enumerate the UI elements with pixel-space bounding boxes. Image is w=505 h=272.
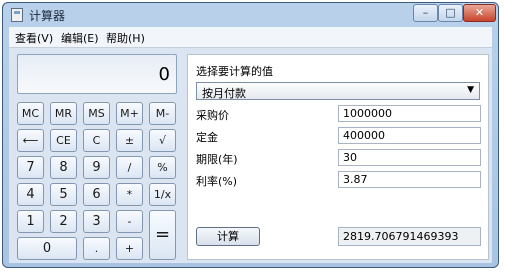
label-interest-rate: 利率(%) [196, 175, 238, 188]
menu-edit[interactable]: 编辑(E) [61, 30, 99, 46]
select-value: 按月付款 [202, 87, 246, 100]
key-m-minus[interactable]: M- [149, 102, 176, 125]
maximize-button[interactable]: □ [438, 4, 463, 22]
input-interest-rate[interactable]: 3.87 [338, 171, 481, 188]
calculate-button[interactable]: 计算 [196, 227, 260, 246]
title-bar[interactable]: 计算器 – □ ✕ [3, 3, 498, 27]
mortgage-worksheet: 选择要计算的值 按月付款 ▼ 采购价 1000000 定金 400000 期限(… [187, 54, 489, 260]
calculation-type-select[interactable]: 按月付款 ▼ [196, 82, 480, 100]
key-mc[interactable]: MC [17, 102, 44, 125]
key-6[interactable]: 6 [83, 183, 110, 206]
key-1[interactable]: 1 [17, 210, 44, 233]
key-decimal[interactable]: . [83, 237, 110, 260]
form-heading: 选择要计算的值 [196, 65, 273, 78]
input-purchase-price[interactable]: 1000000 [338, 105, 481, 122]
key-plus-minus[interactable]: ± [116, 129, 143, 152]
window-title: 计算器 [29, 9, 66, 23]
display: 0 [17, 54, 177, 94]
key-backspace[interactable]: ⟵ [17, 129, 44, 152]
label-down-payment: 定金 [196, 131, 218, 144]
key-ce[interactable]: CE [50, 129, 77, 152]
calculator-window: 计算器 – □ ✕ 查看(V) 编辑(E) 帮助(H) 0 MC MR MS M… [2, 2, 499, 268]
close-button[interactable]: ✕ [463, 4, 496, 22]
key-0[interactable]: 0 [17, 237, 77, 260]
key-4[interactable]: 4 [17, 183, 44, 206]
calculator-keypad-pane: 0 MC MR MS M+ M- ⟵ CE C ± √ 7 8 9 / % 4 … [9, 48, 185, 263]
key-sqrt[interactable]: √ [149, 129, 176, 152]
key-equals[interactable]: = [149, 210, 176, 260]
input-term-years[interactable]: 30 [338, 149, 481, 166]
minimize-button[interactable]: – [413, 4, 438, 22]
input-down-payment[interactable]: 400000 [338, 127, 481, 144]
dropdown-arrow-icon: ▼ [467, 85, 474, 95]
key-mr[interactable]: MR [50, 102, 77, 125]
key-3[interactable]: 3 [83, 210, 110, 233]
key-7[interactable]: 7 [17, 156, 44, 179]
key-divide[interactable]: / [116, 156, 143, 179]
key-minus[interactable]: - [116, 210, 143, 233]
key-9[interactable]: 9 [83, 156, 110, 179]
menu-view[interactable]: 查看(V) [15, 30, 53, 46]
key-ms[interactable]: MS [83, 102, 110, 125]
key-8[interactable]: 8 [50, 156, 77, 179]
menu-bar: 查看(V) 编辑(E) 帮助(H) [9, 27, 492, 48]
key-5[interactable]: 5 [50, 183, 77, 206]
key-2[interactable]: 2 [50, 210, 77, 233]
label-purchase-price: 采购价 [196, 109, 229, 122]
display-value: 0 [158, 64, 170, 85]
key-reciprocal[interactable]: 1/x [149, 183, 176, 206]
result-field: 2819.706791469393 [338, 227, 481, 246]
key-m-plus[interactable]: M+ [116, 102, 143, 125]
key-plus[interactable]: + [116, 237, 143, 260]
menu-help[interactable]: 帮助(H) [106, 30, 145, 46]
key-percent[interactable]: % [149, 156, 176, 179]
key-multiply[interactable]: * [116, 183, 143, 206]
calculator-app-icon [11, 8, 23, 22]
label-term-years: 期限(年) [196, 153, 238, 166]
key-c[interactable]: C [83, 129, 110, 152]
client-area: 查看(V) 编辑(E) 帮助(H) 0 MC MR MS M+ M- ⟵ CE … [9, 27, 492, 263]
